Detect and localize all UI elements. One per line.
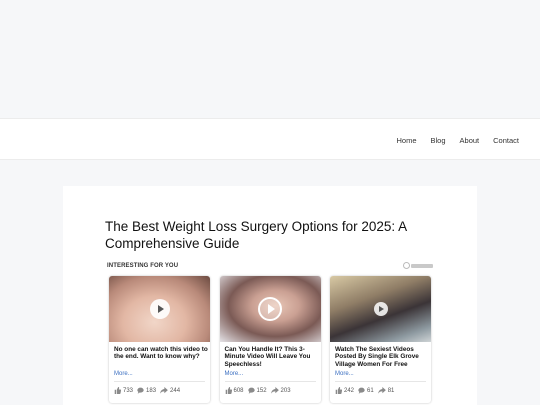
shares-stat: 81 — [377, 387, 395, 394]
thumbs-up-icon — [225, 387, 232, 394]
tile-thumbnail[interactable] — [330, 276, 431, 342]
tile-divider — [335, 381, 426, 382]
tile-stats: 242 61 81 — [335, 387, 398, 394]
tile-headline[interactable]: No one can watch this video to the end. … — [114, 346, 208, 361]
comments-stat: 61 — [358, 387, 374, 394]
widget-tile[interactable]: No one can watch this video to the end. … — [109, 276, 210, 403]
share-arrow-icon — [270, 387, 279, 394]
shares-count: 203 — [280, 387, 291, 394]
top-blank-area — [0, 0, 540, 118]
shares-stat: 203 — [270, 387, 291, 394]
thumbs-up-icon — [114, 387, 121, 394]
tile-more-link[interactable]: More... — [114, 371, 133, 377]
nav-home-link[interactable]: Home — [397, 136, 417, 145]
article-card: The Best Weight Loss Surgery Options for… — [63, 186, 477, 405]
likes-stat: 608 — [225, 387, 244, 394]
recommendation-widget: INTERESTING FOR YOU No one can watch thi… — [105, 262, 437, 403]
likes-count: 608 — [233, 387, 244, 394]
widget-brand-logo[interactable] — [403, 262, 433, 269]
widget-tiles: No one can watch this video to the end. … — [109, 276, 441, 403]
tile-divider — [114, 381, 205, 382]
tile-stats: 608 152 203 — [225, 387, 295, 394]
shares-count: 81 — [387, 387, 395, 394]
widget-label: INTERESTING FOR YOU — [107, 263, 179, 269]
site-header: Home Blog About Contact — [0, 118, 540, 160]
play-icon[interactable] — [258, 297, 282, 321]
tile-stats: 733 183 244 — [114, 387, 184, 394]
nav-contact-link[interactable]: Contact — [493, 136, 519, 145]
widget-tile[interactable]: Can You Handle It? This 3-Minute Video W… — [219, 276, 321, 403]
tile-more-link[interactable]: More... — [225, 371, 244, 377]
main-nav: Home Blog About Contact — [383, 119, 520, 161]
comment-icon — [247, 387, 255, 394]
share-arrow-icon — [160, 387, 168, 394]
play-icon[interactable] — [149, 299, 170, 319]
comments-stat: 152 — [247, 387, 267, 394]
nav-blog-link[interactable]: Blog — [431, 136, 446, 145]
tile-divider — [224, 381, 316, 382]
comments-count: 183 — [146, 387, 157, 394]
tile-thumbnail[interactable] — [109, 276, 210, 342]
share-arrow-icon — [377, 387, 386, 394]
shares-count: 244 — [170, 387, 181, 394]
widget-tile[interactable]: Watch The Sexiest Videos Posted By Singl… — [330, 276, 431, 403]
tile-headline[interactable]: Watch The Sexiest Videos Posted By Singl… — [335, 346, 429, 368]
comment-icon — [358, 387, 365, 394]
tile-more-link[interactable]: More... — [335, 371, 354, 377]
play-icon[interactable] — [373, 302, 388, 316]
likes-stat: 242 — [335, 387, 354, 394]
likes-count: 733 — [123, 387, 134, 394]
brand-wordmark — [411, 263, 433, 268]
brand-circle-icon — [403, 262, 410, 269]
likes-count: 242 — [344, 387, 355, 394]
shares-stat: 244 — [160, 387, 180, 394]
widget-header: INTERESTING FOR YOU — [105, 262, 437, 274]
article-title: The Best Weight Loss Surgery Options for… — [105, 219, 407, 251]
tile-thumbnail[interactable] — [219, 276, 321, 342]
comments-stat: 183 — [137, 387, 156, 394]
comments-count: 61 — [367, 387, 374, 394]
comment-icon — [137, 387, 144, 394]
nav-about-link[interactable]: About — [460, 136, 480, 145]
thumbs-up-icon — [335, 387, 342, 394]
tile-headline[interactable]: Can You Handle It? This 3-Minute Video W… — [225, 346, 319, 368]
comments-count: 152 — [256, 387, 267, 394]
likes-stat: 733 — [114, 387, 133, 394]
